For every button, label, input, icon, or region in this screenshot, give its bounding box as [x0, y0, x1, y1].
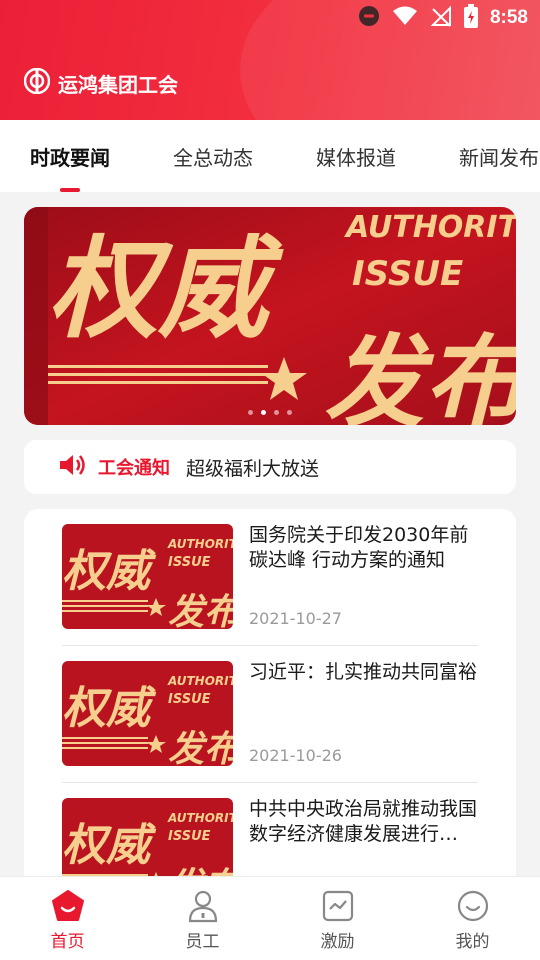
nav-staff[interactable]: 员工	[135, 877, 270, 960]
union-logo-icon	[23, 67, 51, 98]
carousel-dot-active[interactable]	[261, 410, 266, 415]
battery-icon	[463, 4, 478, 32]
category-tabs: 时政要闻 全总动态 媒体报道 新闻发布	[0, 120, 540, 192]
svg-text:发布: 发布	[168, 592, 233, 629]
svg-text:AUTHORIT: AUTHORIT	[167, 674, 233, 688]
svg-text:权威: 权威	[62, 820, 157, 871]
nav-incentive[interactable]: 激励	[270, 877, 405, 960]
tab-media[interactable]: 媒体报道	[316, 120, 396, 192]
svg-text:AUTHORIT: AUTHORIT	[167, 537, 233, 551]
status-bar: 8:58	[358, 0, 528, 36]
home-icon	[51, 889, 85, 923]
tab-label: 时政要闻	[30, 145, 110, 170]
banner-en-line2: ISSUE	[352, 254, 463, 294]
nav-label: 我的	[455, 932, 490, 952]
tab-label: 媒体报道	[316, 145, 396, 170]
tab-label: 新闻发布	[459, 145, 539, 170]
status-time: 8:58	[489, 7, 528, 28]
tab-label: 全总动态	[173, 145, 253, 170]
chart-icon	[321, 889, 355, 923]
banner-en-line1: AUTHORITY	[344, 210, 516, 245]
banner-carousel[interactable]: 权威 发布 AUTHORITY ISSUE	[24, 207, 516, 425]
svg-text:权威: 权威	[62, 546, 157, 597]
news-item[interactable]: 权威 发布 AUTHORIT ISSUE 中共中央政治局就推动我国数字经济健康发…	[62, 783, 478, 889]
app-title-row: 运鸿集团工会	[23, 67, 178, 98]
app-title: 运鸿集团工会	[58, 72, 178, 97]
speaker-icon	[58, 453, 88, 481]
app-header: 8:58 运鸿集团工会	[0, 0, 540, 120]
nav-mine[interactable]: 我的	[405, 877, 540, 960]
bottom-nav: 首页 员工 激励 我的	[0, 876, 540, 960]
tab-news[interactable]: 时政要闻	[30, 120, 110, 192]
user-icon	[186, 889, 220, 923]
svg-text:权威: 权威	[62, 683, 157, 734]
notice-label: 工会通知	[98, 458, 170, 479]
svg-text:ISSUE: ISSUE	[168, 555, 211, 570]
carousel-dot[interactable]	[287, 410, 292, 415]
smile-icon	[456, 889, 490, 923]
tab-press[interactable]: 新闻发布	[459, 120, 539, 192]
banner-title-line1: 权威	[48, 225, 284, 353]
dnd-icon	[358, 5, 380, 31]
nav-label: 首页	[50, 932, 85, 952]
nav-label: 激励	[320, 932, 355, 952]
signal-off-icon	[430, 5, 452, 31]
news-item[interactable]: 权威 发布 AUTHORIT ISSUE 习近平：扎实推动共同富裕 2021-1…	[62, 646, 478, 783]
wifi-icon	[392, 5, 418, 31]
news-title: 国务院关于印发2030年前碳达峰 行动方案的通知	[249, 524, 469, 571]
banner-image: 权威 发布 AUTHORITY ISSUE	[24, 207, 516, 425]
news-thumbnail: 权威 发布 AUTHORIT ISSUE	[62, 661, 233, 766]
notice-bar[interactable]: 工会通知 超级福利大放送	[24, 440, 516, 494]
news-title: 习近平：扎实推动共同富裕	[249, 661, 477, 683]
svg-text:发布: 发布	[168, 729, 233, 766]
tab-federation[interactable]: 全总动态	[173, 120, 253, 192]
news-thumbnail: 权威 发布 AUTHORIT ISSUE	[62, 524, 233, 629]
notice-text: 超级福利大放送	[186, 457, 320, 480]
nav-label: 员工	[185, 932, 220, 952]
banner-title-line2: 发布	[324, 324, 516, 425]
svg-text:ISSUE: ISSUE	[168, 829, 211, 844]
carousel-dots	[248, 410, 292, 415]
svg-text:ISSUE: ISSUE	[168, 692, 211, 707]
news-item[interactable]: 权威 发布 AUTHORIT ISSUE 国务院关于印发2030年前碳达峰 行动…	[62, 509, 478, 646]
news-list: 权威 发布 AUTHORIT ISSUE 国务院关于印发2030年前碳达峰 行动…	[24, 509, 516, 889]
news-date: 2021-10-27	[249, 609, 342, 628]
svg-text:AUTHORIT: AUTHORIT	[167, 811, 233, 825]
carousel-dot[interactable]	[248, 410, 253, 415]
news-title: 中共中央政治局就推动我国数字经济健康发展进行集体学习	[249, 798, 477, 845]
tab-active-indicator	[60, 188, 80, 192]
nav-home[interactable]: 首页	[0, 877, 135, 960]
news-date: 2021-10-26	[249, 746, 342, 765]
carousel-dot[interactable]	[274, 410, 279, 415]
